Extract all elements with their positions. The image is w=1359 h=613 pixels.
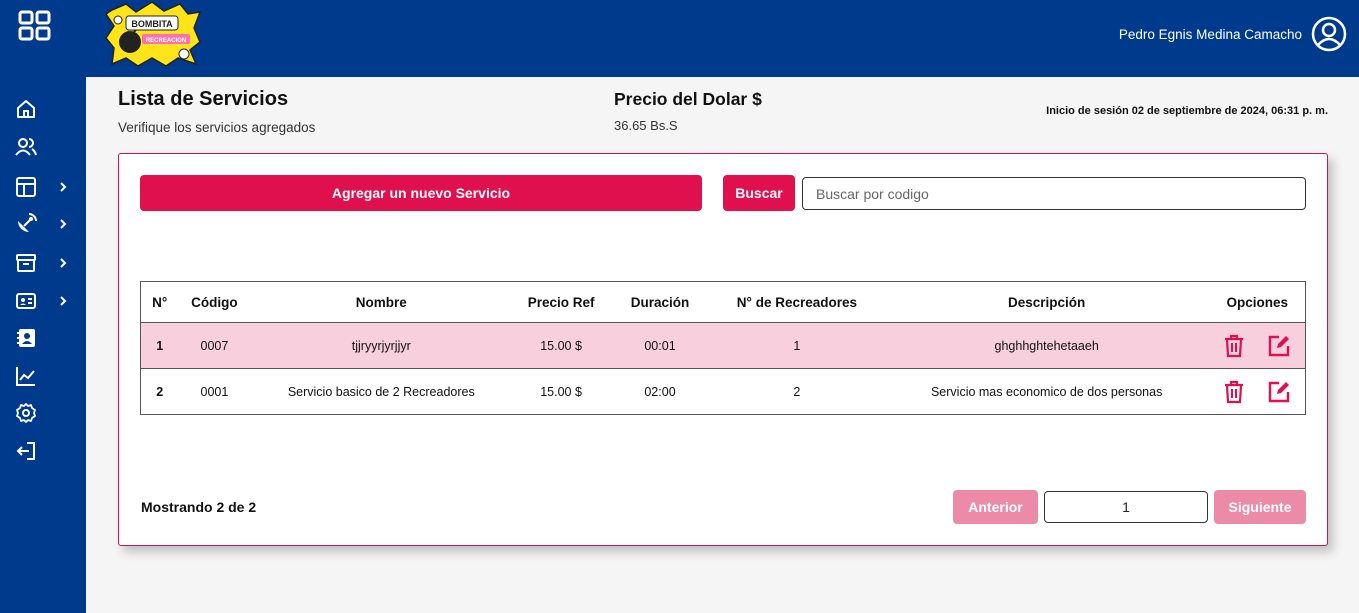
- services-table: N° Código Nombre Precio Ref Duración N° …: [140, 281, 1306, 415]
- row-recreadores: 2: [709, 368, 884, 415]
- col-header-num: N°: [140, 281, 179, 323]
- dolar-price-value: 36.65 Bs.S: [614, 118, 678, 133]
- brand-logo[interactable]: BOMBITA RECREACION: [104, 1, 202, 68]
- col-header-recreadores: N° de Recreadores: [709, 281, 884, 323]
- chevron-right-icon: [58, 216, 68, 232]
- row-precio: 15.00 $: [512, 322, 611, 369]
- row-codigo: 0001: [178, 368, 251, 415]
- id-card-icon: [14, 289, 38, 313]
- add-service-button[interactable]: Agregar un nuevo Servicio: [140, 175, 702, 211]
- logout-icon: [14, 439, 38, 463]
- apps-grid-icon[interactable]: [18, 10, 52, 42]
- search-input[interactable]: [802, 177, 1306, 210]
- dolar-price-title: Precio del Dolar $: [614, 89, 762, 109]
- services-card: Agregar un nuevo Servicio Buscar N° Códi…: [118, 153, 1328, 546]
- logo-subtext: RECREACION: [146, 38, 186, 44]
- row-codigo: 0007: [178, 322, 251, 369]
- satellite-icon: [14, 212, 38, 236]
- row-recreadores: 1: [709, 322, 884, 369]
- chevron-right-icon: [58, 293, 68, 309]
- sidebar-item-id-card[interactable]: [14, 286, 74, 316]
- row-descripcion: ghghhghtehetaaeh: [883, 322, 1210, 369]
- row-duracion: 00:01: [610, 322, 710, 369]
- trash-icon[interactable]: [1223, 380, 1245, 404]
- table-row: 2 0001 Servicio basico de 2 Recreadores …: [140, 368, 1306, 415]
- user-menu[interactable]: Pedro Egnis Medina Camacho: [1119, 16, 1347, 52]
- sidebar-item-chart[interactable]: [14, 361, 74, 391]
- edit-icon[interactable]: [1267, 380, 1291, 404]
- sidebar-item-satellite[interactable]: [14, 209, 74, 239]
- row-descripcion: Servicio mas economico de dos personas: [883, 368, 1210, 415]
- col-header-nombre: Nombre: [250, 281, 513, 323]
- trash-icon[interactable]: [1223, 334, 1245, 358]
- sidebar-item-logout[interactable]: [14, 436, 74, 466]
- sidebar-item-contact-book[interactable]: [14, 323, 74, 353]
- edit-icon[interactable]: [1267, 334, 1291, 358]
- gear-icon: [14, 401, 38, 425]
- line-chart-icon: [14, 364, 38, 388]
- row-precio: 15.00 $: [512, 368, 611, 415]
- home-icon: [14, 97, 38, 121]
- col-header-opciones: Opciones: [1209, 281, 1306, 323]
- session-timestamp: Inicio de sesión 02 de septiembre de 202…: [1046, 105, 1328, 117]
- user-avatar-icon[interactable]: [1311, 16, 1347, 52]
- page-subtitle: Verifique los servicios agregados: [118, 120, 316, 135]
- previous-page-button[interactable]: Anterior: [953, 490, 1038, 524]
- page-number-input[interactable]: [1044, 491, 1208, 523]
- sidebar-item-archive[interactable]: [14, 248, 74, 278]
- col-header-descripcion: Descripción: [883, 281, 1210, 323]
- search-button[interactable]: Buscar: [723, 175, 795, 211]
- sidebar-item-layout[interactable]: [14, 172, 74, 202]
- user-name: Pedro Egnis Medina Camacho: [1118, 26, 1302, 42]
- archive-icon: [14, 251, 38, 275]
- next-page-button[interactable]: Siguiente: [1214, 490, 1306, 524]
- row-duracion: 02:00: [610, 368, 710, 415]
- page-title: Lista de Servicios: [118, 88, 289, 110]
- row-num: 2: [140, 368, 179, 415]
- col-header-duracion: Duración: [610, 281, 710, 323]
- row-nombre: Servicio basico de 2 Recreadores: [250, 368, 513, 415]
- sidebar-item-users[interactable]: [14, 132, 74, 162]
- sidebar-item-settings[interactable]: [14, 398, 74, 428]
- col-header-precio: Precio Ref: [512, 281, 611, 323]
- row-options: [1209, 368, 1306, 415]
- col-header-codigo: Código: [178, 281, 251, 323]
- chevron-right-icon: [58, 255, 68, 271]
- table-row: 1 0007 tjjryyrjyrjjyr 15.00 $ 00:01 1 gh…: [140, 322, 1306, 369]
- row-options: [1209, 322, 1306, 369]
- chevron-right-icon: [58, 179, 68, 195]
- row-num: 1: [140, 322, 179, 369]
- table-header-row: N° Código Nombre Precio Ref Duración N° …: [140, 281, 1306, 323]
- contact-book-icon: [14, 326, 38, 350]
- logo-text: BOMBITA: [131, 19, 173, 29]
- layout-icon: [14, 175, 38, 199]
- row-nombre: tjjryyrjyrjjyr: [250, 322, 513, 369]
- sidebar-item-home[interactable]: [14, 94, 74, 124]
- users-icon: [14, 135, 38, 159]
- showing-count: Mostrando 2 de 2: [141, 499, 257, 515]
